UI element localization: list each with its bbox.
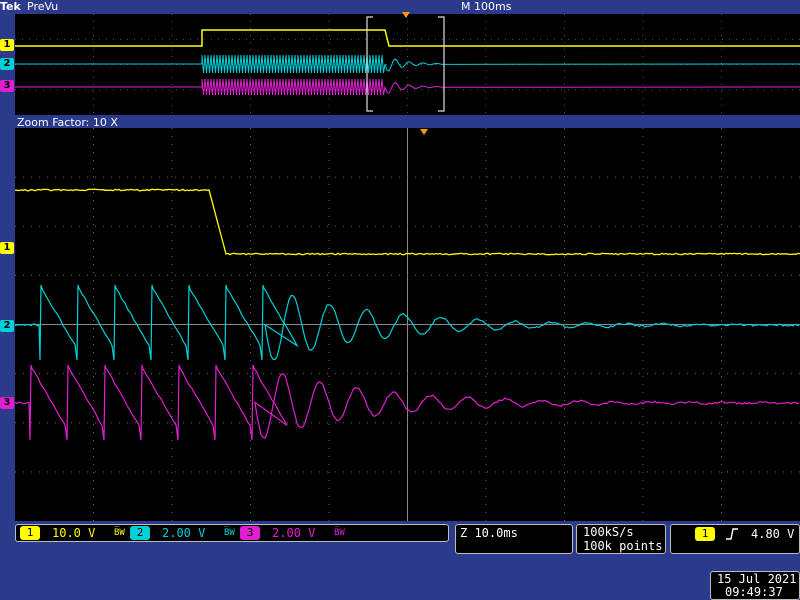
channel-readout-bar[interactable]: 1 10.0 V B̅W 2 2.00 V B̅W 3 2.00 V B̅W	[15, 524, 449, 542]
zoom-ch1-marker[interactable]: 1	[0, 242, 14, 254]
trigger-source-badge: 1	[695, 527, 715, 541]
date: 15 Jul 2021	[717, 572, 796, 586]
ch3-badge: 3	[240, 526, 260, 540]
bandwidth-limit-icon: B̅W	[334, 526, 345, 540]
time: 09:49:37	[725, 585, 783, 599]
ch3-scale: 2.00 V	[272, 526, 315, 540]
zoom-ch2-marker[interactable]: 2	[0, 320, 14, 332]
acquisition-readout[interactable]: 100kS/s 100k points	[576, 524, 666, 554]
horizontal-readout[interactable]: Z 10.0ms	[455, 524, 573, 554]
record-length: 100k points	[583, 539, 662, 553]
scope-display	[0, 0, 800, 600]
ch2-badge: 2	[130, 526, 150, 540]
overview-ch2-marker[interactable]: 2	[0, 58, 14, 70]
ch1-badge: 1	[20, 526, 40, 540]
ch2-scale: 2.00 V	[162, 526, 205, 540]
ch1-scale: 10.0 V	[52, 526, 95, 540]
zoom-ch3-marker[interactable]: 3	[0, 397, 14, 409]
rising-edge-icon	[725, 527, 739, 541]
zoom-timebase: Z 10.0ms	[460, 526, 518, 540]
sample-rate: 100kS/s	[583, 525, 634, 539]
trigger-level: 4.80 V	[751, 527, 794, 541]
bandwidth-limit-icon: B̅W	[224, 526, 235, 540]
bandwidth-limit-icon: B̅W	[114, 526, 125, 540]
datetime-readout: 15 Jul 2021 09:49:37	[710, 571, 800, 600]
overview-ch3-marker[interactable]: 3	[0, 80, 14, 92]
trigger-readout[interactable]: 1 4.80 V	[670, 524, 800, 554]
overview-ch1-marker[interactable]: 1	[0, 39, 14, 51]
